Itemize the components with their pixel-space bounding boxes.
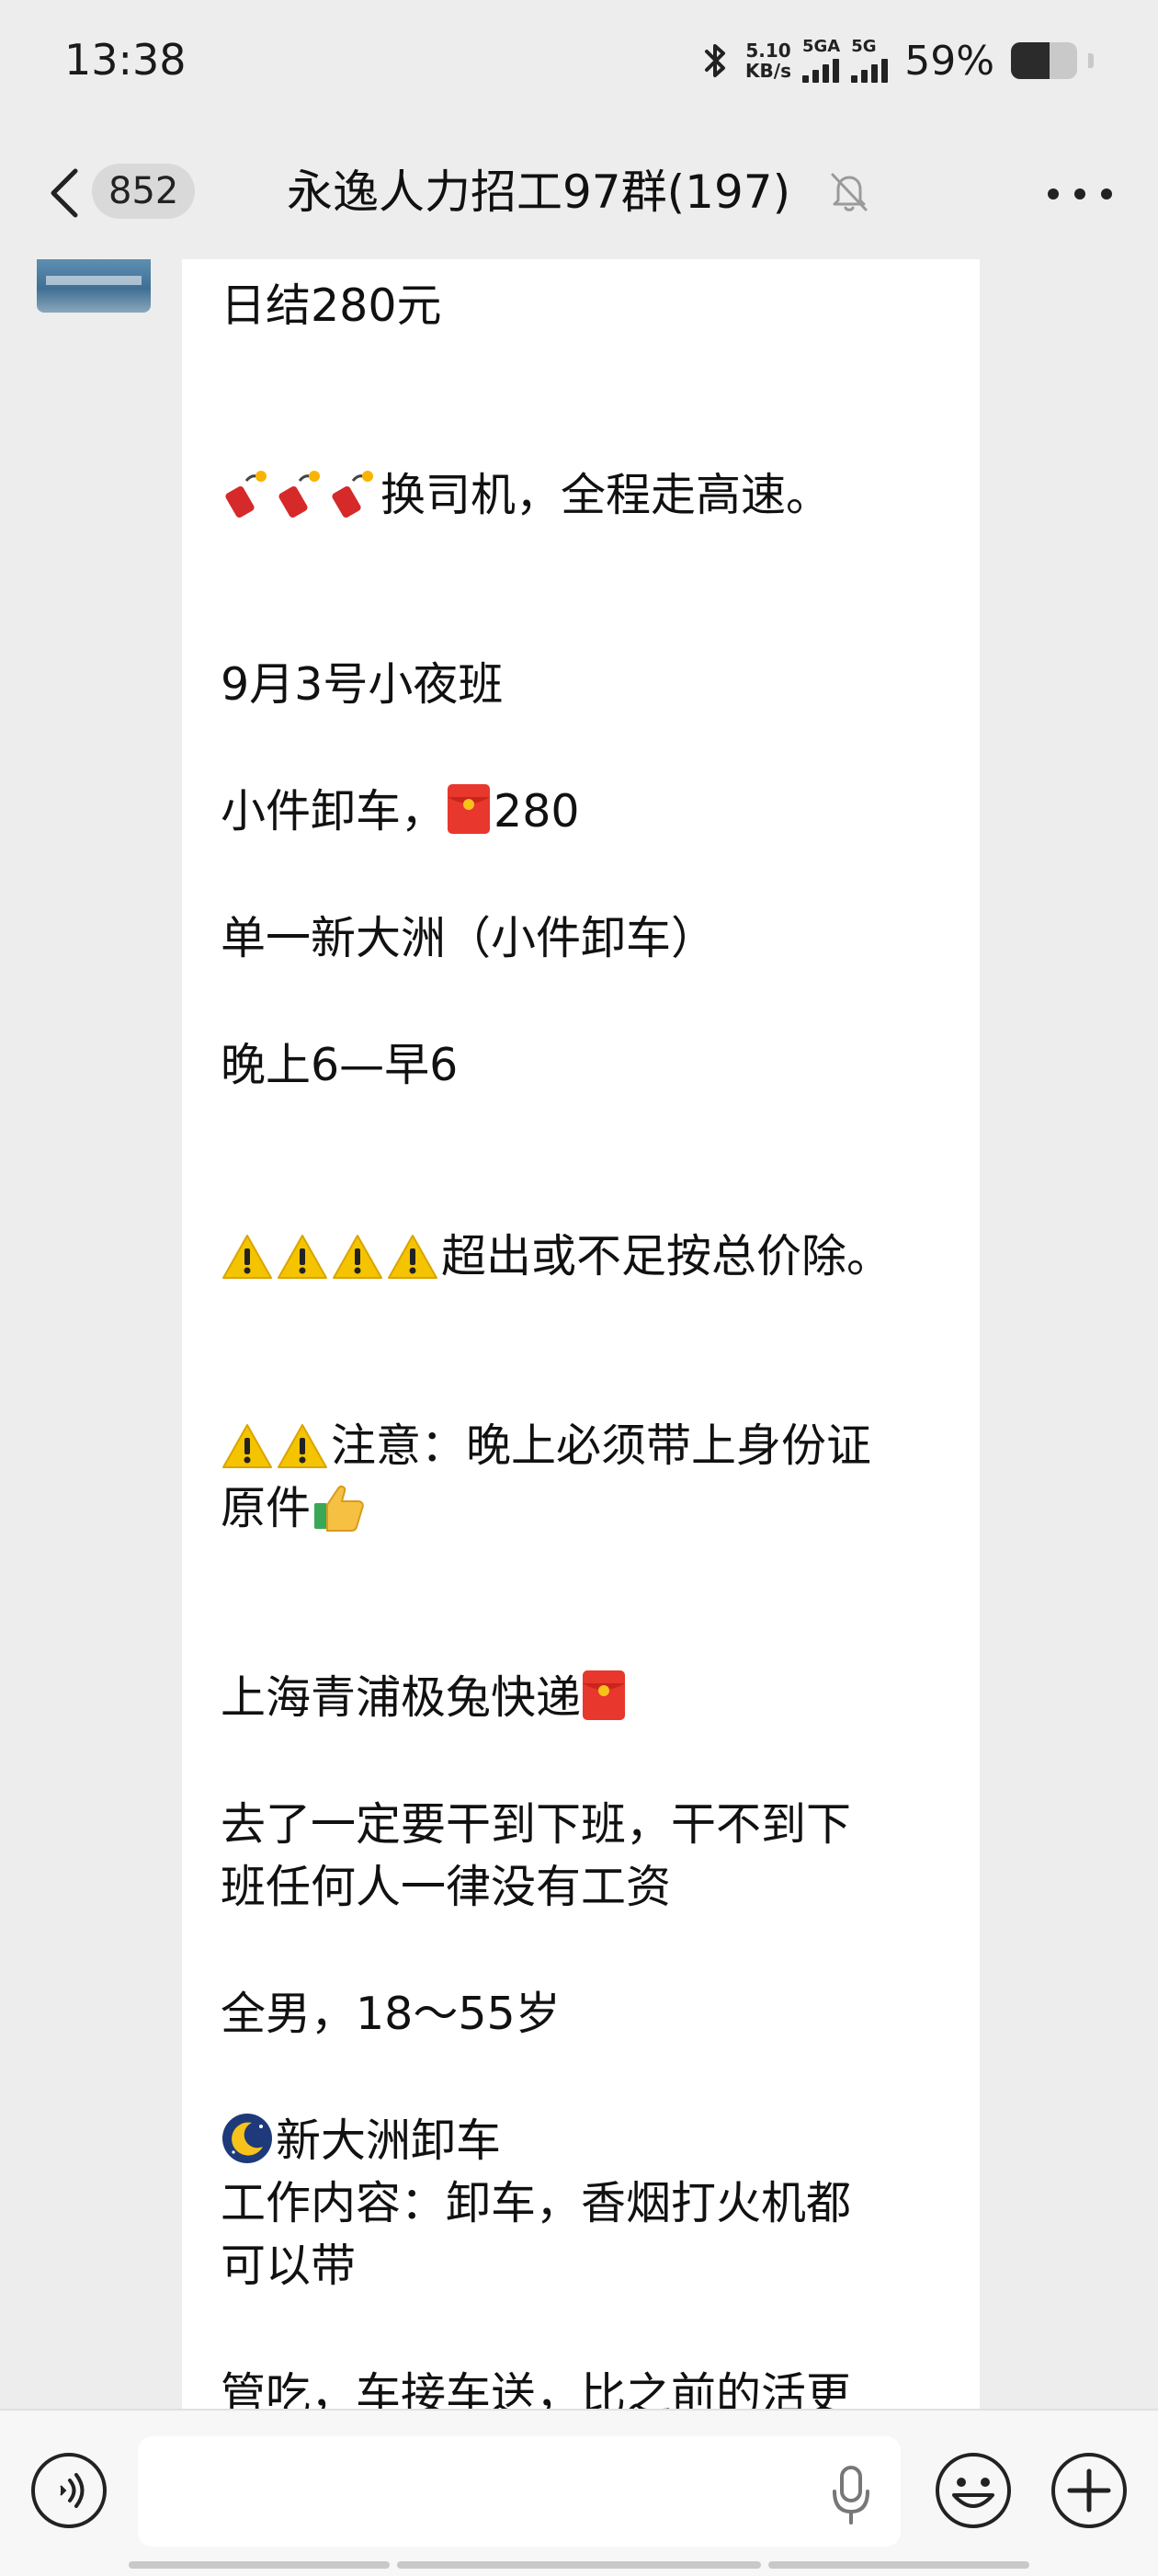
message-line: 小件卸车， 280 [221, 781, 956, 851]
more-options-button[interactable] [1048, 180, 1112, 208]
battery-fill [1011, 42, 1050, 79]
warning-icon [221, 1422, 274, 1486]
message-line: 日结280元 [221, 279, 442, 332]
message-line: 工作内容：卸车，香烟打火机都 [221, 2177, 852, 2229]
back-button[interactable] [37, 164, 92, 222]
message-input[interactable] [138, 2436, 901, 2547]
voice-mode-icon[interactable] [29, 2451, 108, 2530]
warning-icon [386, 1233, 439, 1296]
gesture-indicator [397, 2561, 761, 2569]
network-speed-value: 5.10 [745, 40, 791, 62]
firecracker-icon [327, 468, 379, 535]
more-dots-icon [1048, 188, 1059, 199]
warning-icon [331, 1233, 384, 1296]
sim1-signal: 5GA [801, 37, 841, 83]
more-dots-icon [1074, 188, 1085, 199]
message-line: 9月3号小夜班 [221, 658, 504, 711]
message-line: 换司机，全程走高速。 [221, 465, 956, 535]
message-line: 超出或不足按总价除。 [221, 1226, 956, 1296]
moon-night-icon [221, 2112, 274, 2181]
message-line: 班任何人一律没有工资 [221, 1861, 672, 1913]
bluetooth-icon [705, 44, 726, 77]
unread-count-badge[interactable]: 852 [92, 164, 196, 219]
gesture-indicator [768, 2561, 1029, 2569]
avatar[interactable] [37, 259, 151, 313]
gesture-indicator [129, 2561, 390, 2569]
thumbs-up-icon [311, 1481, 366, 1548]
message-line: 去了一定要干到下班，干不到下 [221, 1798, 852, 1851]
message-line: 晚上6—早6 [221, 1039, 459, 1091]
red-envelope-icon [581, 1669, 627, 1738]
firecracker-icon [221, 468, 272, 535]
message-line: 新大洲卸车 [221, 2111, 956, 2181]
network-speed: 5.10 KB/s [745, 40, 791, 81]
chat-messages-area[interactable]: 日结280元 换司机，全程走高速。 9月3号小夜班 小件卸车， 280 单一新大洲… [0, 259, 1158, 2409]
bell-muted-icon [831, 173, 868, 211]
chat-title[interactable]: 永逸人力招工97群(197) [287, 162, 790, 222]
chevron-left-icon [51, 168, 78, 218]
signal-icon [801, 55, 839, 83]
status-bar: 13:38 5.10 KB/s 5GA 5G 59% [0, 0, 1158, 129]
signal-icon [851, 55, 889, 83]
message-line: 管吃，车接车送，比之前的活更 [221, 2368, 852, 2409]
warning-icon [276, 1233, 329, 1296]
sim1-label: 5GA [801, 37, 841, 56]
warning-icon [221, 1233, 274, 1296]
message-line: 注意：晚上必须带上身份证 [221, 1416, 956, 1486]
status-indicators: 5.10 KB/s 5GA 5G 59% [698, 33, 1094, 88]
message-line: 可以带 [221, 2240, 357, 2292]
firecracker-icon [274, 468, 325, 535]
battery-percent: 59% [904, 37, 994, 85]
status-time: 13:38 [64, 35, 187, 85]
battery-tip [1088, 53, 1094, 68]
plus-circle-icon[interactable] [1050, 2451, 1129, 2530]
more-dots-icon [1101, 188, 1112, 199]
message-line: 上海青浦极兔快递 [221, 1668, 956, 1738]
network-speed-unit: KB/s [745, 60, 791, 82]
red-envelope-icon [446, 782, 492, 851]
message-line: 单一新大洲（小件卸车） [221, 912, 717, 964]
sim2-label: 5G [851, 37, 877, 56]
emoji-face-icon[interactable] [934, 2451, 1013, 2530]
microphone-icon[interactable] [827, 2464, 875, 2526]
battery-icon [1011, 42, 1077, 79]
message-line: 全男，18～55岁 [221, 1988, 561, 2040]
warning-icon [276, 1422, 329, 1486]
message-line: 原件 [221, 1478, 956, 1548]
chat-input-bar [0, 2409, 1158, 2576]
sim2-signal: 5G [851, 37, 889, 83]
message-bubble[interactable]: 日结280元 换司机，全程走高速。 9月3号小夜班 小件卸车， 280 单一新大洲… [182, 259, 980, 2409]
chat-header: 852 永逸人力招工97群(197) [0, 129, 1158, 259]
